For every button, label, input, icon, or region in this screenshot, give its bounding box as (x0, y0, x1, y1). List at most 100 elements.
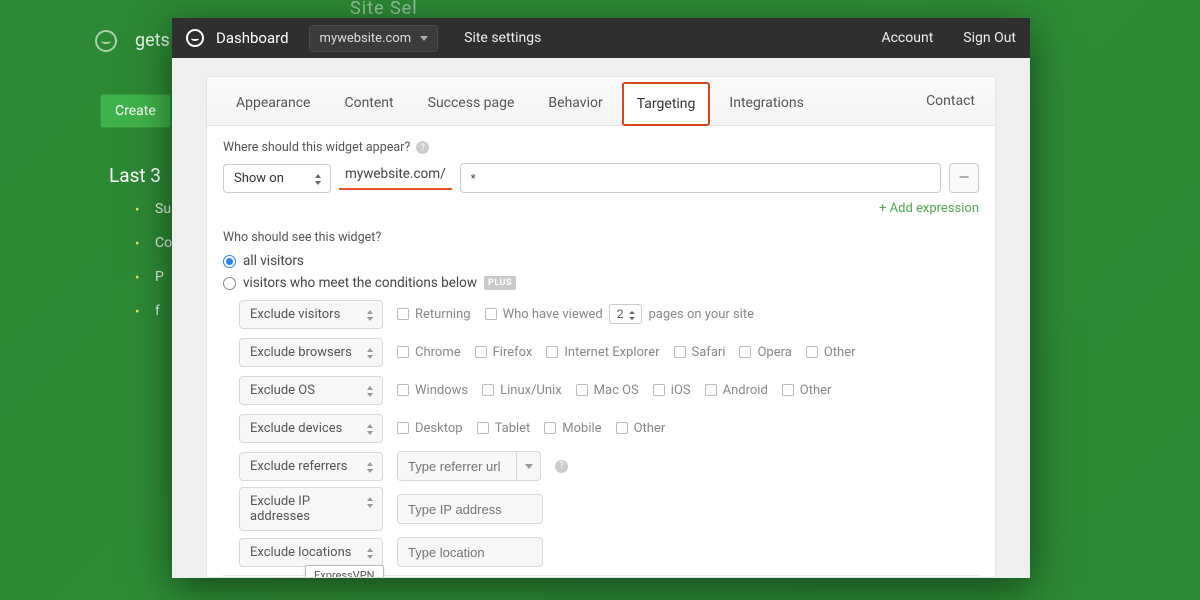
chrome-label: Chrome (415, 345, 461, 360)
other-device-checkbox[interactable]: Other (616, 421, 666, 436)
show-on-select[interactable]: Show on (223, 164, 331, 193)
other-browser-checkbox[interactable]: Other (806, 345, 856, 360)
bg-last3-label: Last 3 (109, 164, 161, 187)
topbar: Dashboard mywebsite.com Site settings Ac… (172, 18, 1030, 58)
radio-all-label: all visitors (243, 253, 304, 269)
referrer-input[interactable] (397, 451, 517, 481)
tabs: Appearance Content Success page Behavior… (207, 77, 995, 126)
expression-row: Show on mywebsite.com/ — (223, 163, 979, 193)
app-logo-icon (186, 29, 204, 47)
safari-label: Safari (692, 345, 726, 360)
who-label: Who should see this widget? (223, 230, 979, 245)
other-browser-label: Other (824, 345, 856, 360)
filter-referrers-row: Exclude referrers ? (239, 449, 979, 483)
tab-success-page[interactable]: Success page (413, 81, 530, 125)
tablet-checkbox[interactable]: Tablet (477, 421, 531, 436)
ios-label: iOS (671, 383, 691, 398)
bullet-icon: • (135, 203, 139, 218)
bg-bullet-1: Su (155, 201, 171, 217)
settings-panel: Appearance Content Success page Behavior… (206, 76, 996, 578)
viewed-post-label: pages on your site (648, 307, 754, 322)
opera-checkbox[interactable]: Opera (739, 345, 791, 360)
other-os-label: Other (800, 383, 832, 398)
ios-checkbox[interactable]: iOS (653, 383, 691, 398)
site-settings-link[interactable]: Site settings (464, 30, 541, 46)
firefox-label: Firefox (493, 345, 533, 360)
tab-integrations[interactable]: Integrations (714, 81, 818, 125)
returning-label: Returning (415, 307, 471, 322)
exclude-browsers-select[interactable]: Exclude browsers (239, 338, 383, 367)
tab-appearance[interactable]: Appearance (221, 81, 325, 125)
viewed-pre-label: Who have viewed (503, 307, 603, 322)
bg-create-button[interactable]: Create (100, 94, 171, 128)
bg-top-blur-text: Site Sel (350, 0, 418, 19)
help-icon[interactable]: ? (555, 460, 568, 473)
safari-checkbox[interactable]: Safari (674, 345, 726, 360)
viewed-checkbox[interactable]: Who have viewed 2 pages on your site (485, 304, 755, 324)
exclude-locations-select[interactable]: Exclude locations (239, 538, 383, 567)
radio-icon[interactable] (223, 255, 236, 268)
filter-locations-row: Exclude locations ExpressVPN (239, 535, 979, 569)
bg-bullet-2: Co (155, 235, 172, 251)
exclude-ip-select[interactable]: Exclude IP addresses (239, 487, 383, 531)
content-area: Appearance Content Success page Behavior… (172, 58, 1030, 578)
panel-body: Where should this widget appear? ? Show … (207, 126, 995, 577)
filter-os-row: Exclude OS Windows Linux/Unix Mac OS iOS… (239, 373, 979, 407)
filter-visitors-row: Exclude visitors Returning Who have view… (239, 297, 979, 331)
app-title: Dashboard (216, 29, 289, 47)
macos-checkbox[interactable]: Mac OS (576, 383, 639, 398)
radio-all-visitors[interactable]: all visitors (223, 253, 979, 269)
chrome-checkbox[interactable]: Chrome (397, 345, 461, 360)
radio-icon[interactable] (223, 277, 236, 290)
windows-checkbox[interactable]: Windows (397, 383, 468, 398)
ie-checkbox[interactable]: Internet Explorer (546, 345, 659, 360)
ie-label: Internet Explorer (564, 345, 659, 360)
site-select[interactable]: mywebsite.com (309, 25, 439, 52)
radio-conditions[interactable]: visitors who meet the conditions below P… (223, 275, 979, 291)
mobile-label: Mobile (562, 421, 601, 436)
exclude-devices-select[interactable]: Exclude devices (239, 414, 383, 443)
tab-targeting[interactable]: Targeting (622, 82, 711, 126)
tooltip: ExpressVPN (305, 565, 384, 577)
filter-browsers-row: Exclude browsers Chrome Firefox Internet… (239, 335, 979, 369)
linux-label: Linux/Unix (500, 383, 562, 398)
returning-checkbox[interactable]: Returning (397, 307, 471, 322)
bullet-icon: • (135, 237, 139, 252)
opera-label: Opera (757, 345, 791, 360)
where-label: Where should this widget appear? ? (223, 140, 979, 155)
other-device-label: Other (634, 421, 666, 436)
filter-ip-row: Exclude IP addresses (239, 487, 979, 531)
other-os-checkbox[interactable]: Other (782, 383, 832, 398)
tab-content[interactable]: Content (329, 81, 408, 125)
ip-input[interactable] (397, 494, 543, 524)
tablet-label: Tablet (495, 421, 531, 436)
add-expression-link[interactable]: + Add expression (223, 199, 979, 230)
domain-prefix: mywebsite.com/ (339, 166, 452, 190)
sign-out-link[interactable]: Sign Out (963, 30, 1016, 46)
exclude-os-select[interactable]: Exclude OS (239, 376, 383, 405)
remove-expression-button[interactable]: — (949, 163, 979, 193)
filter-devices-row: Exclude devices Desktop Tablet Mobile Ot… (239, 411, 979, 445)
referrer-dropdown-button[interactable] (517, 451, 541, 481)
tab-contact[interactable]: Contact (918, 81, 983, 121)
bg-bullet-3: P (155, 269, 164, 285)
viewed-count-select[interactable]: 2 (609, 304, 643, 324)
tab-behavior[interactable]: Behavior (533, 81, 617, 125)
android-checkbox[interactable]: Android (705, 383, 768, 398)
url-pattern-input[interactable] (460, 163, 941, 193)
exclude-visitors-select[interactable]: Exclude visitors (239, 300, 383, 329)
app-window: Dashboard mywebsite.com Site settings Ac… (172, 18, 1030, 578)
exclude-referrers-select[interactable]: Exclude referrers (239, 452, 383, 481)
desktop-label: Desktop (415, 421, 463, 436)
mobile-checkbox[interactable]: Mobile (544, 421, 601, 436)
radio-conditions-label: visitors who meet the conditions below (243, 275, 477, 291)
plus-badge: PLUS (484, 276, 516, 290)
firefox-checkbox[interactable]: Firefox (475, 345, 533, 360)
help-icon[interactable]: ? (416, 141, 429, 154)
linux-checkbox[interactable]: Linux/Unix (482, 383, 562, 398)
bg-bullet-4: f (155, 303, 160, 319)
account-link[interactable]: Account (881, 30, 933, 46)
location-input[interactable] (397, 537, 543, 567)
bullet-icon: • (135, 271, 139, 286)
desktop-checkbox[interactable]: Desktop (397, 421, 463, 436)
